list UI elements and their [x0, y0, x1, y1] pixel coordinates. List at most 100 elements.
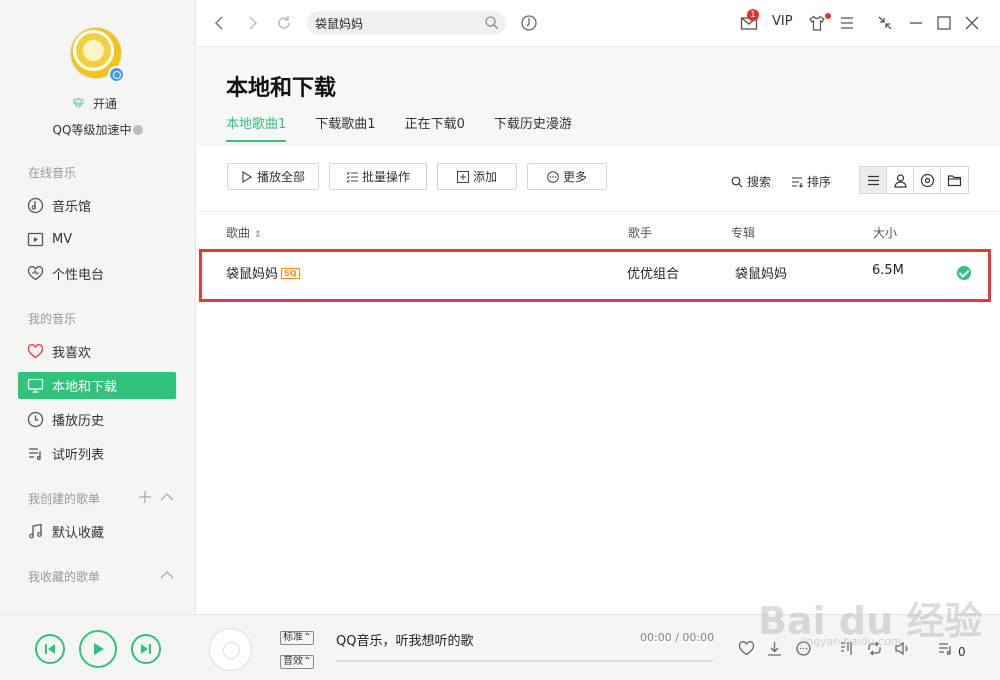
sidebar-item-label: 音乐馆	[52, 200, 92, 215]
column-size: 大小	[873, 226, 898, 240]
batch-operation-label: 批量操作	[361, 170, 410, 184]
progress-bar[interactable]	[336, 660, 713, 662]
view-mode-switch	[859, 166, 969, 194]
sidebar-item-radio[interactable]: 个性电台	[18, 260, 176, 287]
menu-icon[interactable]	[838, 14, 856, 32]
local-search-button[interactable]: 搜索	[731, 173, 771, 190]
listen-recognize-icon[interactable]	[520, 14, 538, 32]
section-my-music: 我的音乐	[28, 312, 77, 326]
section-collected-playlists: 我收藏的歌单	[28, 570, 101, 584]
column-album: 专辑	[731, 226, 756, 240]
more-button[interactable]: 更多	[527, 163, 607, 190]
close-icon[interactable]	[963, 14, 981, 32]
sidebar-item-default-favorites[interactable]: 默认收藏	[18, 518, 176, 545]
add-button[interactable]: 添加	[437, 163, 517, 190]
clock-icon	[27, 411, 44, 428]
search-box[interactable]	[307, 11, 506, 35]
refresh-icon[interactable]	[275, 14, 293, 32]
mv-icon	[27, 232, 44, 247]
top-bar: 1 VIP	[197, 0, 1000, 47]
forward-icon[interactable]	[243, 14, 261, 32]
like-icon[interactable]	[738, 640, 755, 657]
maximize-icon[interactable]	[935, 14, 953, 32]
minimize-icon[interactable]	[907, 14, 925, 32]
folder-view-button[interactable]	[941, 167, 968, 193]
sq-quality-badge: SQ	[281, 268, 300, 279]
sort-icon	[792, 176, 803, 188]
sidebar-item-label: 个性电台	[52, 268, 105, 283]
tab-downloaded-songs[interactable]: 下载歌曲1	[315, 113, 375, 142]
chevron-up-icon[interactable]	[160, 568, 174, 582]
sidebar-item-history[interactable]: 播放历史	[18, 406, 176, 433]
sidebar-item-label: 播放历史	[52, 414, 105, 429]
play-all-button[interactable]: 播放全部	[227, 163, 319, 190]
folder-icon	[947, 174, 962, 186]
level-info-icon	[133, 125, 144, 135]
person-icon	[893, 173, 907, 188]
previous-icon	[45, 644, 55, 654]
column-song[interactable]: 歌曲 ⇕	[226, 224, 261, 241]
list-view-button[interactable]	[860, 167, 887, 193]
now-playing-text: QQ音乐，听我想听的歌	[336, 634, 474, 649]
tab-download-history[interactable]: 下载历史漫游	[494, 113, 572, 142]
page-header: 本地和下载 本地歌曲1 下载歌曲1 正在下载0 下载历史漫游	[197, 47, 1000, 146]
monitor-icon	[27, 378, 44, 393]
search-input[interactable]	[315, 14, 475, 32]
queue-count: 0	[958, 645, 966, 659]
search-icon[interactable]	[484, 15, 499, 30]
sidebar-item-trial-list[interactable]: 试听列表	[18, 440, 176, 467]
vip-open-link[interactable]: 开通	[72, 95, 117, 112]
artist-link[interactable]: 优优组合	[627, 263, 679, 282]
column-song-label: 歌曲	[226, 226, 251, 240]
album-view-button[interactable]	[914, 167, 941, 193]
song-title: 袋鼠妈妈	[226, 267, 279, 282]
search-icon	[731, 176, 743, 187]
radio-icon	[27, 266, 44, 281]
next-button[interactable]	[131, 634, 161, 664]
sidebar-item-label: MV	[52, 232, 73, 247]
plus-icon[interactable]	[138, 490, 152, 504]
skin-icon[interactable]	[808, 14, 826, 32]
sidebar-item-music-hall[interactable]: 音乐馆	[18, 192, 176, 219]
section-online-music: 在线音乐	[28, 166, 77, 180]
vip-button[interactable]: VIP	[772, 14, 793, 29]
size-cell: 6.5M	[872, 263, 904, 278]
tab-downloading[interactable]: 正在下载0	[405, 113, 465, 142]
play-all-label: 播放全部	[256, 170, 305, 184]
play-time: 00:00 / 00:00	[640, 631, 715, 644]
chevron-up-icon[interactable]	[160, 490, 174, 504]
mail-badge: 1	[747, 9, 759, 21]
column-artist: 歌手	[628, 226, 653, 240]
batch-operation-button[interactable]: 批量操作	[329, 163, 427, 190]
previous-button[interactable]	[35, 634, 65, 664]
baidu-watermark-url: jingyan.baidu.com	[800, 635, 902, 648]
qq-level-status[interactable]: QQ等级加速中	[0, 121, 196, 138]
artist-view-button[interactable]	[887, 167, 914, 193]
playlist-icon	[29, 448, 41, 461]
next-icon	[141, 644, 151, 654]
back-icon[interactable]	[211, 14, 229, 32]
song-toolbar: 播放全部 批量操作 添加 更多	[227, 163, 607, 190]
song-cell: 袋鼠妈妈 SQ	[226, 263, 300, 282]
play-button[interactable]	[79, 630, 117, 668]
sidebar-item-mv[interactable]: MV	[18, 226, 176, 253]
section-created-playlists: 我创建的歌单	[28, 492, 101, 506]
album-cover[interactable]	[209, 628, 252, 671]
quality-standard-button[interactable]: 标准⌃	[280, 631, 315, 645]
sidebar-item-label: 我喜欢	[52, 346, 92, 361]
sort-button[interactable]: 排序	[791, 173, 831, 190]
tab-local-songs[interactable]: 本地歌曲1	[226, 113, 287, 142]
sidebar-item-local-download[interactable]: 本地和下载	[18, 372, 176, 399]
sidebar-item-label: 试听列表	[52, 448, 105, 463]
album-link[interactable]: 袋鼠妈妈	[735, 263, 787, 282]
sound-effect-button[interactable]: 音效⌃	[280, 655, 315, 669]
list-tools: 搜索 排序	[731, 173, 831, 190]
add-box-icon	[456, 170, 469, 183]
list-view-icon	[867, 175, 879, 185]
table-row[interactable]: 袋鼠妈妈 SQ 优优组合 袋鼠妈妈 6.5M	[199, 249, 991, 302]
sidebar-item-favorites[interactable]: 我喜欢	[18, 338, 176, 365]
quality-standard-label: 标准	[283, 632, 303, 643]
table-header: 歌曲 ⇕ 歌手 专辑 大小	[197, 211, 1000, 249]
downloaded-check-icon	[957, 266, 971, 280]
mini-mode-icon[interactable]	[876, 14, 894, 32]
